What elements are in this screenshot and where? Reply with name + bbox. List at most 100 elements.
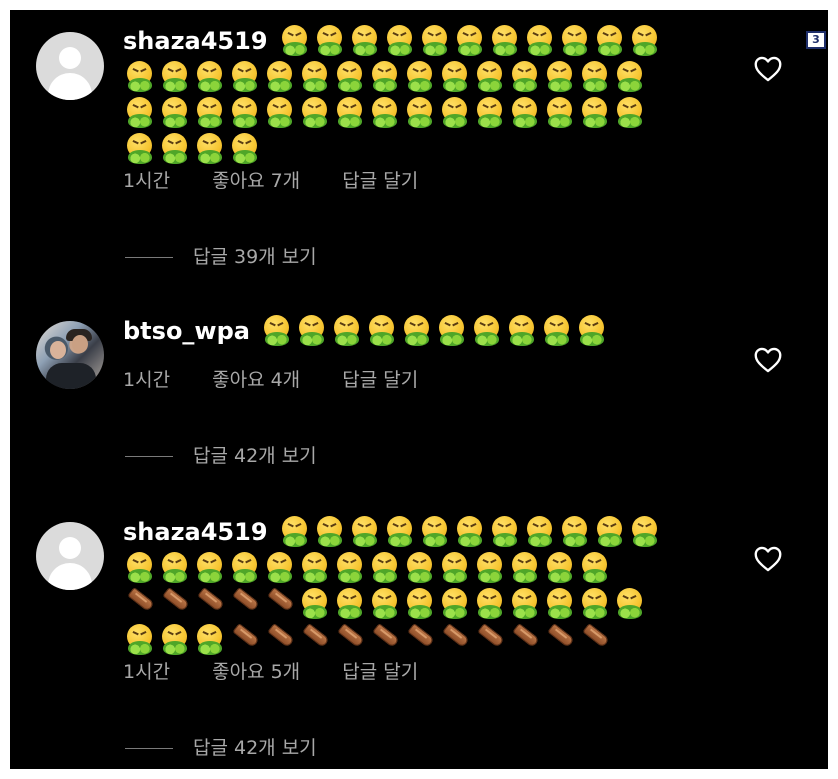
nauseated-face-emoji-icon [509, 588, 541, 620]
nauseated-face-emoji-icon [419, 25, 451, 57]
nauseated-face-emoji-icon [299, 552, 331, 584]
nauseated-face-emoji-icon [404, 61, 436, 93]
coffin-emoji-icon [474, 623, 506, 656]
nauseated-face-emoji-icon [331, 315, 363, 347]
nauseated-face-emoji-icon [299, 97, 331, 129]
nauseated-face-emoji-icon [474, 588, 506, 620]
nauseated-face-emoji-icon [159, 552, 191, 584]
reply-button[interactable]: 답글 달기 [342, 166, 418, 193]
comment-time: 1시간 [123, 170, 171, 192]
heart-icon[interactable] [754, 347, 782, 373]
nauseated-face-emoji-icon [369, 552, 401, 584]
comment-text-line [123, 550, 693, 586]
comment-time: 1시간 [123, 661, 171, 683]
nauseated-face-emoji-icon [279, 25, 311, 57]
nauseated-face-emoji-icon [334, 588, 366, 620]
like-count[interactable]: 좋아요 4개 [212, 365, 300, 392]
like-count[interactable]: 좋아요 5개 [212, 657, 300, 684]
reply-button[interactable]: 답글 달기 [342, 365, 418, 392]
nauseated-face-emoji-icon [509, 97, 541, 129]
coffin-emoji-icon [229, 623, 261, 656]
nauseated-face-emoji-icon [474, 97, 506, 129]
nauseated-face-emoji-icon [509, 61, 541, 93]
reply-button[interactable]: 답글 달기 [342, 657, 418, 684]
comment-body: shaza4519 [123, 514, 693, 658]
comment-text-line [123, 95, 693, 131]
nauseated-face-emoji-icon [349, 516, 381, 548]
comment-text-line: shaza4519 [123, 514, 693, 550]
view-replies-button[interactable]: 답글 42개 보기 [125, 733, 317, 760]
nauseated-face-emoji-icon [334, 552, 366, 584]
heart-icon[interactable] [754, 56, 782, 82]
nauseated-face-emoji-icon [544, 61, 576, 93]
nauseated-face-emoji-icon [471, 315, 503, 347]
nauseated-face-emoji-icon [264, 97, 296, 129]
coffin-emoji-icon [369, 623, 401, 656]
nauseated-face-emoji-icon [404, 97, 436, 129]
coffin-emoji-icon [264, 623, 296, 656]
nauseated-face-emoji-icon [594, 25, 626, 57]
nauseated-face-emoji-icon [439, 97, 471, 129]
nauseated-face-emoji-icon [314, 25, 346, 57]
nauseated-face-emoji-icon [524, 516, 556, 548]
nauseated-face-emoji-icon [559, 516, 591, 548]
avatar-head-shape [59, 537, 81, 559]
page-number-badge: 3 [806, 31, 826, 49]
comment-text-line [123, 586, 693, 622]
nauseated-face-emoji-icon [576, 315, 608, 347]
nauseated-face-emoji-icon [229, 97, 261, 129]
view-replies-button[interactable]: 답글 39개 보기 [125, 242, 317, 269]
coffin-emoji-icon [544, 623, 576, 656]
like-count[interactable]: 좋아요 7개 [212, 166, 300, 193]
nauseated-face-emoji-icon [124, 133, 156, 165]
nauseated-face-emoji-icon [579, 97, 611, 129]
nauseated-face-emoji-icon [419, 516, 451, 548]
replies-divider [125, 257, 173, 258]
comment-meta: 1시간 좋아요 4개 답글 달기 [123, 365, 454, 392]
comment-text-line: btso_wpa [123, 313, 693, 349]
coffin-emoji-icon [229, 587, 261, 620]
nauseated-face-emoji-icon [124, 61, 156, 93]
view-replies-label: 답글 39개 보기 [193, 246, 317, 268]
avatar[interactable] [36, 321, 104, 389]
nauseated-face-emoji-icon [261, 315, 293, 347]
nauseated-face-emoji-icon [124, 97, 156, 129]
heart-icon[interactable] [754, 546, 782, 572]
comment-text-line [123, 622, 693, 658]
avatar[interactable] [36, 522, 104, 590]
coffin-emoji-icon [194, 587, 226, 620]
username[interactable]: btso_wpa [123, 313, 250, 349]
nauseated-face-emoji-icon [524, 25, 556, 57]
coffin-emoji-icon [579, 623, 611, 656]
nauseated-face-emoji-icon [229, 61, 261, 93]
nauseated-face-emoji-icon [334, 97, 366, 129]
comment-text-line: shaza4519 [123, 23, 693, 59]
comment-body: shaza4519 [123, 23, 693, 167]
coffin-emoji-icon [124, 587, 156, 620]
coffin-emoji-icon [439, 623, 471, 656]
nauseated-face-emoji-icon [436, 315, 468, 347]
nauseated-face-emoji-icon [594, 516, 626, 548]
nauseated-face-emoji-icon [614, 97, 646, 129]
view-replies-label: 답글 42개 보기 [193, 445, 317, 467]
avatar[interactable] [36, 32, 104, 100]
username[interactable]: shaza4519 [123, 23, 268, 59]
view-replies-button[interactable]: 답글 42개 보기 [125, 441, 317, 468]
username[interactable]: shaza4519 [123, 514, 268, 550]
nauseated-face-emoji-icon [439, 588, 471, 620]
nauseated-face-emoji-icon [124, 624, 156, 656]
nauseated-face-emoji-icon [349, 25, 381, 57]
nauseated-face-emoji-icon [369, 588, 401, 620]
nauseated-face-emoji-icon [439, 552, 471, 584]
nauseated-face-emoji-icon [559, 25, 591, 57]
avatar-head-shape [59, 47, 81, 69]
nauseated-face-emoji-icon [194, 133, 226, 165]
nauseated-face-emoji-icon [629, 516, 661, 548]
nauseated-face-emoji-icon [264, 61, 296, 93]
coffin-emoji-icon [264, 587, 296, 620]
nauseated-face-emoji-icon [614, 588, 646, 620]
nauseated-face-emoji-icon [194, 97, 226, 129]
nauseated-face-emoji-icon [579, 61, 611, 93]
avatar-photo-detail [72, 335, 88, 353]
nauseated-face-emoji-icon [489, 516, 521, 548]
